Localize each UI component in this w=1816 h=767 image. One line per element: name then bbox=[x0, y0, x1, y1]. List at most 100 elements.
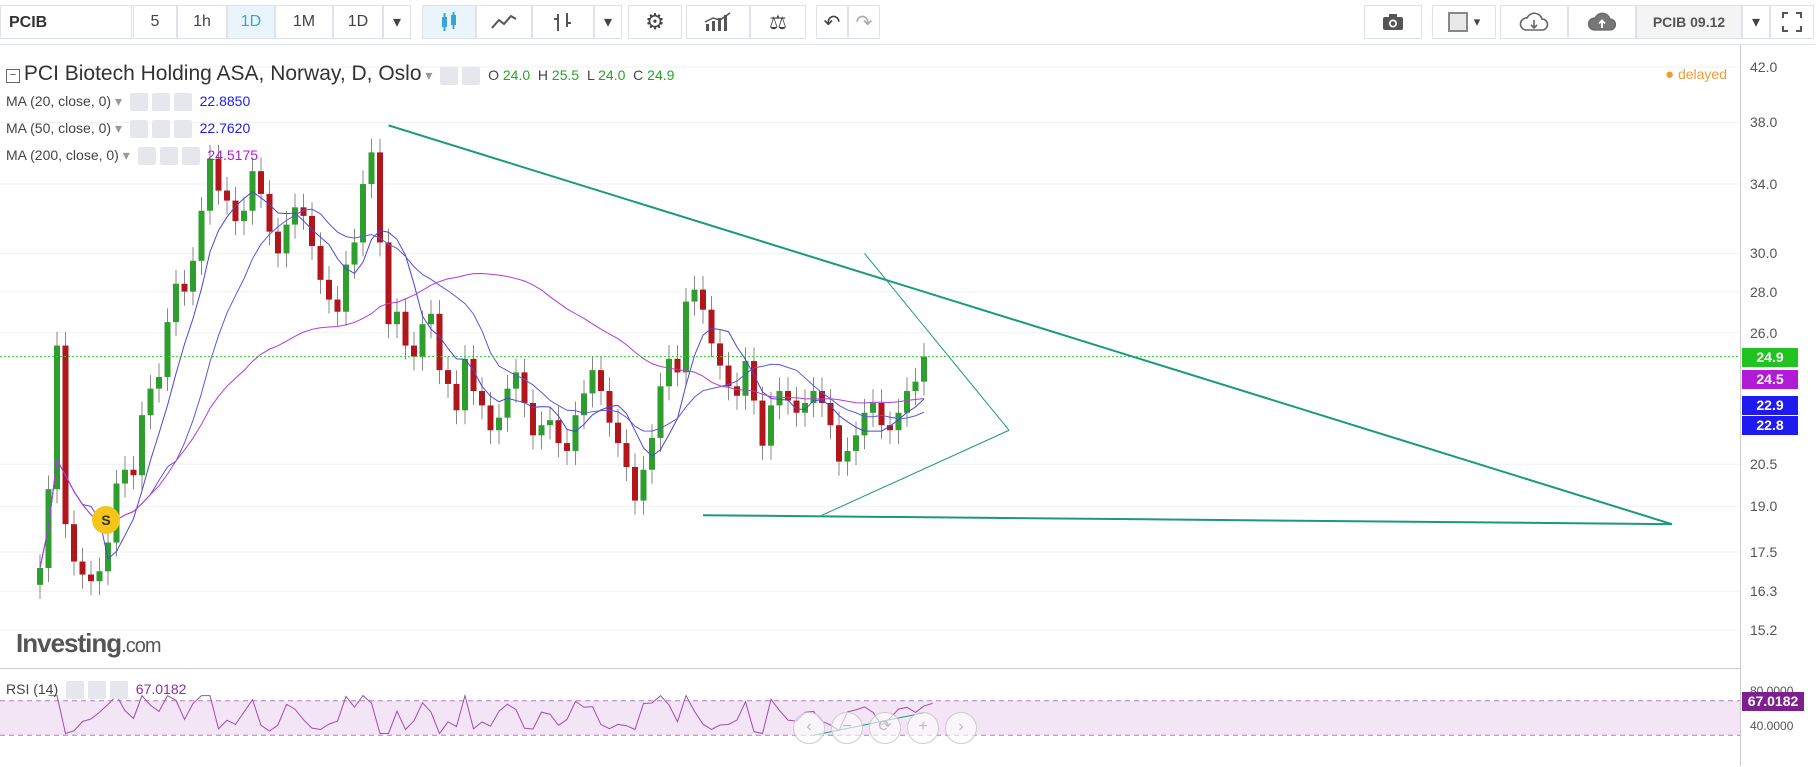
eye-icon[interactable] bbox=[440, 67, 459, 86]
candle-body bbox=[776, 391, 783, 406]
ohlc-high: 25.5 bbox=[551, 67, 580, 83]
gear-icon[interactable] bbox=[151, 93, 170, 112]
eye-icon[interactable] bbox=[137, 147, 156, 166]
scroll-right-icon[interactable]: › bbox=[945, 712, 977, 744]
candle-body bbox=[487, 405, 494, 431]
close-icon[interactable] bbox=[110, 681, 129, 700]
ohlc-open: 24.0 bbox=[502, 67, 531, 83]
candle-body bbox=[411, 345, 417, 357]
price-tick-label: 15.2 bbox=[1750, 622, 1778, 638]
chevron-down-icon[interactable]: ▾ bbox=[425, 67, 432, 83]
candle-body bbox=[147, 388, 154, 416]
candle-body bbox=[394, 311, 400, 325]
interval-1d-alt[interactable]: 1D bbox=[333, 5, 383, 39]
chevron-down-icon[interactable]: ▾ bbox=[1742, 5, 1770, 39]
candle-body bbox=[615, 422, 621, 444]
delayed-label: delayed bbox=[1677, 66, 1727, 82]
collapse-icon[interactable]: − bbox=[6, 69, 20, 84]
zoom-out-icon[interactable]: − bbox=[831, 712, 863, 744]
price-tag-ma200: 24.5 bbox=[1742, 369, 1798, 389]
interval-1m[interactable]: 1M bbox=[275, 5, 333, 39]
ma200-label[interactable]: MA (200, close, 0) bbox=[6, 147, 119, 163]
legend-ma20: MA (20, close, 0) ▾ 22.8850 bbox=[6, 93, 250, 112]
zoom-in-icon[interactable]: + bbox=[907, 712, 939, 744]
cloud-upload-icon[interactable] bbox=[1568, 5, 1636, 39]
candles-icon[interactable] bbox=[422, 5, 476, 39]
interval-5[interactable]: 5 bbox=[133, 5, 177, 39]
line-style-icon[interactable] bbox=[476, 5, 532, 39]
interval-1h[interactable]: 1h bbox=[177, 5, 227, 39]
candle-body bbox=[547, 420, 553, 426]
layout-icon[interactable]: ▾ bbox=[1432, 5, 1496, 39]
eye-icon[interactable] bbox=[129, 120, 148, 139]
scroll-left-icon[interactable]: ‹ bbox=[793, 712, 825, 744]
ohlc-close: 24.9 bbox=[647, 67, 675, 83]
rsi-label[interactable]: RSI (14) bbox=[6, 681, 58, 697]
price-chart[interactable] bbox=[0, 45, 1740, 668]
price-tick-label: 20.5 bbox=[1750, 456, 1778, 473]
candle-body bbox=[640, 469, 647, 501]
close-icon[interactable] bbox=[181, 147, 200, 166]
ma50-label[interactable]: MA (50, close, 0) bbox=[6, 120, 111, 136]
candle-body bbox=[402, 311, 409, 346]
price-tick-label: 42.0 bbox=[1750, 59, 1778, 75]
delayed-status: ● delayed bbox=[1665, 66, 1727, 83]
candle-body bbox=[326, 279, 332, 300]
close-icon[interactable] bbox=[173, 120, 192, 139]
candle-body bbox=[912, 381, 919, 392]
ma50-value: 22.7620 bbox=[199, 120, 251, 136]
rsi-value-tag: 67.0182 bbox=[1742, 692, 1804, 712]
chevron-down-icon[interactable]: ▾ bbox=[383, 5, 411, 39]
price-tick-label: 38.0 bbox=[1750, 114, 1778, 131]
eye-icon[interactable] bbox=[129, 93, 148, 112]
candle-body bbox=[853, 435, 859, 451]
price-tick-label: 26.0 bbox=[1750, 324, 1778, 341]
legend-ma200: MA (200, close, 0) ▾ 24.5175 bbox=[6, 147, 259, 166]
cloud-download-icon[interactable] bbox=[1500, 5, 1568, 39]
candle-body bbox=[623, 443, 630, 468]
price-tag-price: 24.9 bbox=[1742, 347, 1798, 367]
candle-body bbox=[79, 561, 86, 575]
candle-body bbox=[249, 171, 256, 211]
chevron-down-icon[interactable]: ▾ bbox=[594, 5, 622, 39]
bar-style-icon[interactable] bbox=[532, 5, 594, 39]
candle-body bbox=[504, 388, 511, 418]
candle-body bbox=[334, 299, 341, 312]
symbol-tab[interactable]: PCIB 09.12 bbox=[1636, 5, 1742, 39]
interval-1d[interactable]: 1D bbox=[227, 5, 275, 39]
candle-body bbox=[37, 568, 43, 585]
fullscreen-icon[interactable] bbox=[1770, 5, 1814, 39]
signal-badge[interactable]: S bbox=[92, 506, 120, 534]
candle-body bbox=[428, 313, 434, 325]
candle-body bbox=[598, 370, 604, 392]
instrument-title: PCI Biotech Holding ASA, Norway, D, Oslo bbox=[23, 62, 422, 85]
gear-icon[interactable] bbox=[159, 147, 178, 166]
candle-body bbox=[139, 415, 145, 476]
candle-body bbox=[691, 289, 698, 302]
candle-body bbox=[564, 443, 570, 451]
candle-body bbox=[538, 425, 545, 436]
compare-icon[interactable]: ⚖ bbox=[750, 5, 806, 39]
symbol-input[interactable]: PCIB bbox=[0, 5, 132, 39]
gear-icon[interactable] bbox=[88, 681, 107, 700]
undo-icon[interactable]: ↶ bbox=[816, 5, 848, 39]
candle-body bbox=[88, 574, 94, 582]
camera-icon[interactable] bbox=[1364, 5, 1422, 39]
price-tick-label: 28.0 bbox=[1750, 283, 1778, 300]
close-icon[interactable] bbox=[173, 93, 192, 112]
ma200-value: 24.5175 bbox=[207, 147, 259, 163]
reset-icon[interactable]: ⟳ bbox=[869, 712, 901, 744]
candle-body bbox=[700, 289, 706, 310]
ma20-label[interactable]: MA (20, close, 0) bbox=[6, 93, 111, 109]
candle-body bbox=[759, 400, 766, 446]
gear-icon[interactable] bbox=[462, 67, 481, 86]
candle-body bbox=[96, 571, 103, 582]
trendline bbox=[864, 253, 1010, 431]
gear-icon[interactable]: ⚙ bbox=[628, 5, 682, 39]
candle-body bbox=[181, 283, 188, 292]
indicators-icon[interactable] bbox=[686, 5, 750, 39]
eye-icon[interactable] bbox=[66, 681, 85, 700]
candle-body bbox=[283, 224, 290, 254]
redo-icon[interactable]: ↷ bbox=[848, 5, 880, 39]
gear-icon[interactable] bbox=[151, 120, 170, 139]
